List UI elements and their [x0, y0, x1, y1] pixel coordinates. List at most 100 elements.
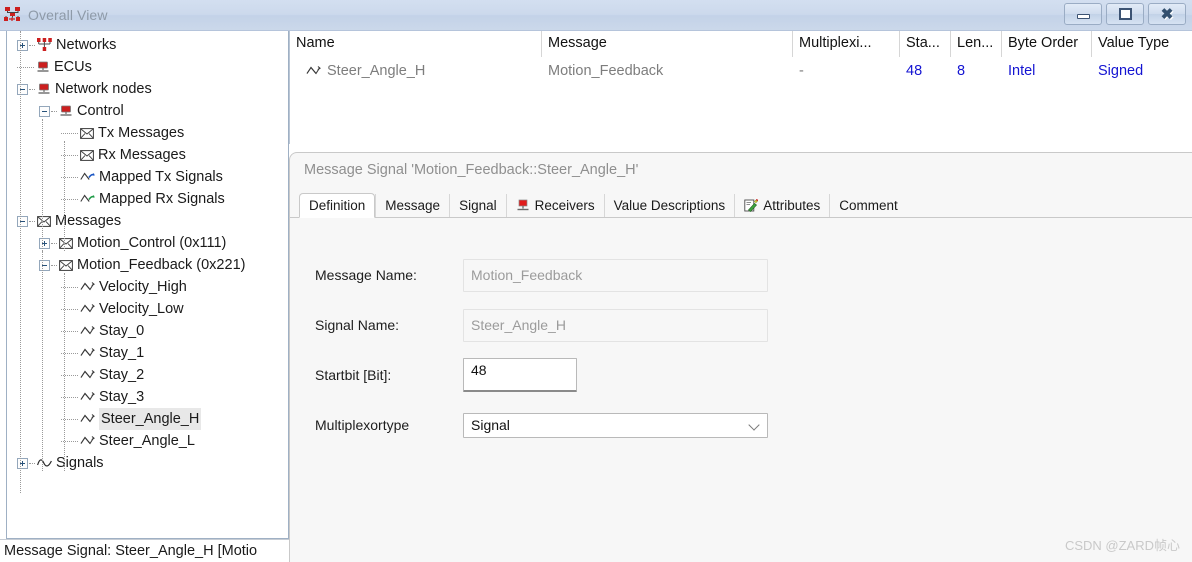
signal-icon [80, 281, 95, 293]
tab-message[interactable]: Message [375, 194, 449, 217]
tree-item-label: Network nodes [55, 81, 152, 97]
tree-item-messages[interactable]: Messages [7, 210, 288, 232]
tree-item-stay-0[interactable]: Stay_0 [7, 320, 288, 342]
tree-item-steer-angle-l[interactable]: Steer_Angle_L [7, 430, 288, 452]
tab-comment[interactable]: Comment [829, 194, 907, 217]
expand-icon[interactable] [17, 39, 28, 51]
tree-guide [42, 119, 43, 251]
signal-icon [80, 347, 95, 359]
grid-cell-startbit[interactable]: 48 [900, 59, 951, 83]
window-controls: ✖ [1064, 3, 1186, 25]
tree-item-stay-1[interactable]: Stay_1 [7, 342, 288, 364]
tab-attributes[interactable]: Attributes [734, 194, 829, 217]
tree-item-motion-feedback-0x221[interactable]: Motion_Feedback (0x221) [7, 254, 288, 276]
tree-item-label: Steer_Angle_L [99, 433, 195, 449]
tree-item-label: Velocity_High [99, 279, 187, 295]
title-bar: Overall View ✖ [0, 0, 1192, 31]
overall-view-tree-panel[interactable]: Networks ECUs Network nodes Control Tx Messa… [6, 31, 289, 539]
grid-cell-multiplexing[interactable]: - [793, 59, 900, 83]
multiplexortype-label: Multiplexortype [315, 417, 410, 433]
field-signal-name: Signal Name: Steer_Angle_H [290, 300, 1192, 350]
expand-icon[interactable] [17, 457, 28, 469]
signal-icon [80, 435, 95, 447]
tree-item-tx-messages[interactable]: Tx Messages [7, 122, 288, 144]
grid-cell-byte-order[interactable]: Intel [1002, 59, 1092, 83]
collapse-icon[interactable] [39, 105, 50, 117]
grid-header[interactable]: Name Message Multiplexi... Sta... Len... Byte… [290, 31, 1192, 59]
tree-item-motion-control-0x111[interactable]: Motion_Control (0x111) [7, 232, 288, 254]
signal-icon [80, 325, 95, 337]
grid-cell-name[interactable]: Steer_Angle_H [290, 59, 542, 83]
tree-item-label: Motion_Control (0x111) [77, 235, 227, 251]
tab-receivers[interactable]: Receivers [505, 194, 604, 217]
signal-name-label: Signal Name: [315, 317, 400, 333]
signal-name-input[interactable]: Steer_Angle_H [463, 308, 768, 342]
network-diagram-icon [4, 6, 22, 24]
tab-panel-definition: Message Name: Motion_Feedback Signal Nam… [290, 218, 1192, 562]
envelope-icon [37, 215, 51, 227]
startbit-input[interactable]: 48 [463, 358, 577, 392]
tree-item-velocity-high[interactable]: Velocity_High [7, 276, 288, 298]
grid-row[interactable]: Steer_Angle_H Motion_Feedback -48 8 Intel Sig… [290, 59, 1192, 83]
tree-item-label: Stay_1 [99, 345, 145, 361]
grid-body[interactable]: Steer_Angle_H Motion_Feedback -48 8 Intel Sig… [290, 59, 1192, 83]
detail-tabs[interactable]: Definition Message Signal Receivers Value De… [290, 193, 1192, 218]
tree-item-rx-messages[interactable]: Rx Messages [7, 144, 288, 166]
tree-item-signals[interactable]: Signals [7, 452, 288, 474]
field-message-name: Message Name: Motion_Feedback [290, 250, 1192, 300]
tab-label: Attributes [763, 198, 821, 213]
message-name-input[interactable]: Motion_Feedback [463, 258, 768, 292]
tree-guide [20, 31, 21, 493]
tree-item-networks[interactable]: Networks [7, 34, 288, 56]
tab-signal[interactable]: Signal [449, 194, 506, 217]
tab-value-descriptions[interactable]: Value Descriptions [603, 194, 735, 217]
grid-column-header[interactable]: Name [290, 31, 542, 57]
grid-cell-message[interactable]: Motion_Feedback [542, 59, 793, 83]
tree-item-mapped-rx-signals[interactable]: Mapped Rx Signals [7, 188, 288, 210]
expand-icon[interactable] [39, 237, 50, 249]
tree-item-stay-3[interactable]: Stay_3 [7, 386, 288, 408]
tree[interactable]: Networks ECUs Network nodes Control Tx Messa… [7, 31, 288, 493]
tab-label: Definition [309, 198, 366, 213]
grid-column-header[interactable]: Len... [951, 31, 1002, 57]
collapse-icon[interactable] [39, 259, 50, 271]
status-bar: Message Signal: Steer_Angle_H [Motio [0, 540, 289, 562]
overall-view-window: Overall View ✖ Networks ECUs Network nodes… [0, 0, 1192, 562]
field-multiplexortype: Multiplexortype Signal [290, 400, 1192, 450]
tree-item-label: Networks [56, 37, 117, 53]
grid-cell-value-type[interactable]: Signed [1092, 59, 1192, 83]
grid-column-header[interactable]: Message [542, 31, 793, 57]
signal-grid[interactable]: Name Message Multiplexi... Sta... Len... Byte… [289, 31, 1192, 144]
tree-item-mapped-tx-signals[interactable]: Mapped Tx Signals [7, 166, 288, 188]
envelope-icon [59, 259, 73, 271]
grid-cell-length[interactable]: 8 [951, 59, 1002, 83]
definition-form: Message Name: Motion_Feedback Signal Nam… [290, 218, 1192, 450]
signal-tx-icon [80, 171, 95, 183]
tree-item-control[interactable]: Control [7, 100, 288, 122]
multiplexortype-value: Signal [471, 417, 510, 433]
tree-item-ecus[interactable]: ECUs [7, 56, 288, 78]
grid-column-header[interactable]: Byte Order [1002, 31, 1092, 57]
startbit-label: Startbit [Bit]: [315, 367, 392, 383]
tree-connector [51, 110, 57, 112]
tree-item-label: Stay_0 [99, 323, 145, 339]
collapse-icon[interactable] [17, 83, 28, 95]
grid-column-header[interactable]: Value Type [1092, 31, 1192, 57]
attributes-icon [744, 199, 759, 212]
collapse-icon[interactable] [17, 215, 28, 227]
grid-column-header[interactable]: Multiplexi... [793, 31, 900, 57]
minimize-button[interactable] [1064, 3, 1102, 25]
multiplexortype-select[interactable]: Signal [463, 412, 768, 438]
window-title: Overall View [28, 7, 108, 23]
tree-connector [29, 220, 35, 222]
maximize-button[interactable] [1106, 3, 1144, 25]
field-startbit: Startbit [Bit]: 48 [290, 350, 1192, 400]
tab-definition[interactable]: Definition [299, 193, 376, 218]
close-button[interactable]: ✖ [1148, 3, 1186, 25]
tree-item-steer-angle-h[interactable]: Steer_Angle_H [7, 408, 288, 430]
tree-item-network-nodes[interactable]: Network nodes [7, 78, 288, 100]
envelope-icon [80, 149, 94, 161]
tree-item-velocity-low[interactable]: Velocity_Low [7, 298, 288, 320]
grid-column-header[interactable]: Sta... [900, 31, 951, 57]
tree-item-stay-2[interactable]: Stay_2 [7, 364, 288, 386]
